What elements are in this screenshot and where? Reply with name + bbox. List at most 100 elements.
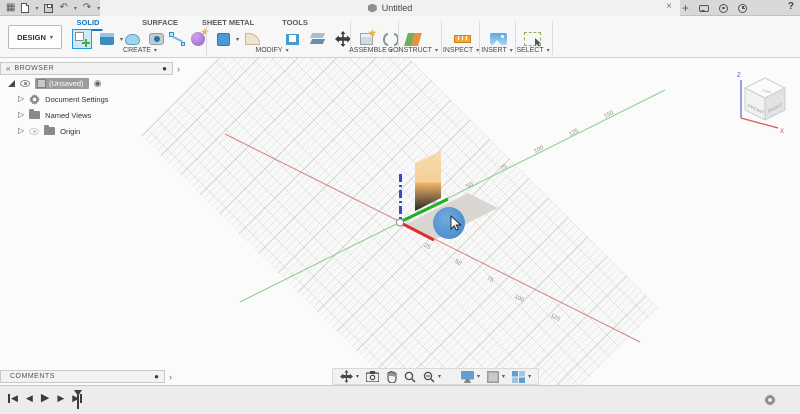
design-workspace-dropdown[interactable]: DESIGN ▾ — [8, 25, 62, 49]
viewports-caret-icon[interactable]: ▾ — [528, 373, 531, 380]
display-settings-icon[interactable] — [461, 371, 474, 383]
press-pull-button[interactable]: ▾ — [212, 29, 234, 49]
folder-icon — [44, 127, 55, 135]
comments-panel-title: COMMENTS — [10, 373, 154, 380]
timeline-marker[interactable] — [74, 390, 83, 410]
display-caret-icon[interactable]: ▾ — [477, 373, 480, 380]
hole-icon — [149, 33, 164, 45]
app-grid-icon[interactable]: ▦ — [6, 0, 15, 16]
file-icon[interactable] — [21, 3, 29, 13]
group-label-modify[interactable]: MODIFY▾ — [255, 47, 288, 54]
group-label-inspect[interactable]: INSPECT▾ — [443, 47, 479, 54]
construct-plane-button[interactable] — [402, 29, 424, 49]
group-label-select[interactable]: SELECT▾ — [516, 47, 549, 54]
hole-button[interactable] — [145, 29, 167, 49]
file-caret-icon[interactable]: ▾ — [35, 5, 38, 12]
expand-arrow-icon[interactable]: ▷ — [18, 95, 24, 103]
press-pull-icon — [217, 33, 230, 46]
comments-panel: COMMENTS ● › — [0, 370, 172, 383]
panel-menu-icon[interactable]: ● — [154, 373, 159, 381]
grid-caret-icon[interactable]: ▾ — [502, 373, 505, 380]
origin-point[interactable] — [397, 219, 404, 226]
tab-tools[interactable]: TOOLS — [279, 17, 311, 29]
expand-arrow-icon[interactable]: ▷ — [18, 111, 24, 119]
browser-row-named-views[interactable]: ▷ Named Views — [0, 107, 180, 123]
folder-icon — [29, 111, 40, 119]
browser-expand-icon[interactable]: › — [177, 64, 180, 74]
orbit-caret-icon[interactable]: ▾ — [356, 373, 359, 380]
shell-button[interactable] — [281, 29, 303, 49]
document-name-chip[interactable]: (Unsaved) — [35, 78, 89, 89]
insert-image-button[interactable] — [487, 29, 509, 49]
group-label-create[interactable]: CREATE▾ — [123, 47, 157, 54]
timeline-playback-controls: ◀ ◀ ▶ ▶ ▶ — [8, 393, 82, 404]
component-icon — [37, 79, 46, 88]
combine-button[interactable] — [307, 29, 329, 49]
browser-root-row[interactable]: (Unsaved) ◉ — [0, 75, 180, 91]
extension-icon[interactable] — [719, 4, 728, 13]
viewports-icon[interactable] — [512, 371, 525, 383]
save-icon[interactable] — [44, 4, 53, 13]
fillet-button[interactable] — [241, 29, 263, 49]
viewcube[interactable]: TOP FRONT RIGHT Z X — [737, 73, 785, 135]
comments-panel-header[interactable]: COMMENTS ● — [0, 370, 165, 383]
undo-caret-icon[interactable]: ▾ — [74, 5, 77, 12]
pipe-icon — [169, 32, 185, 46]
play-icon[interactable]: ▶ — [41, 393, 49, 404]
comments-expand-icon[interactable]: › — [169, 372, 172, 382]
step-forward-icon[interactable]: ▶ — [57, 394, 64, 403]
measure-button[interactable] — [451, 29, 473, 49]
selection-disc[interactable] — [433, 207, 465, 239]
combine-icon — [310, 32, 326, 46]
activate-component-radio[interactable]: ◉ — [94, 79, 102, 88]
look-at-icon[interactable] — [366, 371, 379, 382]
visibility-eye-icon[interactable] — [20, 80, 30, 87]
zoom-icon[interactable] — [404, 371, 416, 383]
tab-surface[interactable]: SURFACE — [139, 17, 181, 29]
browser-collapse-icon[interactable]: « — [6, 64, 10, 73]
new-component-button[interactable]: ★ — [355, 29, 377, 49]
new-tab-icon[interactable]: + — [682, 0, 689, 16]
design-label: DESIGN — [17, 33, 46, 42]
group-label-insert[interactable]: INSERT▾ — [481, 47, 513, 54]
timeline-settings-gear-icon[interactable] — [764, 394, 776, 406]
document-tab[interactable]: Untitled × — [100, 0, 680, 16]
form-button[interactable] — [121, 29, 143, 49]
titlebar-left-icons: ▦ ▾ ↶ ▾ ↷ ▾ — [0, 0, 100, 16]
group-label-assemble[interactable]: ASSEMBLE▾ — [349, 47, 393, 54]
grid-settings-icon[interactable] — [487, 371, 499, 383]
titlebar-right-icons: + — [682, 0, 747, 16]
measure-icon — [454, 35, 471, 43]
orbit-icon[interactable] — [340, 370, 353, 383]
help-icon[interactable]: ? — [788, 1, 794, 12]
redo-icon[interactable]: ↷ — [83, 0, 91, 16]
close-tab-icon[interactable]: × — [666, 1, 672, 12]
step-back-icon[interactable]: ◀ — [26, 394, 33, 403]
fit-caret-icon[interactable]: ▾ — [438, 373, 441, 380]
clock-icon[interactable] — [738, 4, 747, 13]
select-button[interactable] — [521, 29, 543, 49]
fit-icon[interactable] — [423, 371, 435, 383]
create-sketch-button[interactable] — [71, 29, 93, 49]
extrude-button[interactable]: ▾ — [96, 29, 118, 49]
browser-panel-header[interactable]: « BROWSER ● — [0, 62, 173, 75]
pan-hand-icon[interactable] — [386, 371, 397, 383]
comment-icon[interactable] — [699, 5, 709, 12]
undo-icon[interactable]: ↶ — [59, 0, 67, 16]
extrude-icon — [100, 33, 114, 45]
shell-icon — [286, 34, 299, 45]
panel-menu-icon[interactable]: ● — [162, 65, 167, 73]
skip-start-icon[interactable]: ◀ — [8, 394, 18, 403]
group-label-construct[interactable]: CONSTRUCT▾ — [388, 47, 438, 54]
visibility-eye-icon[interactable] — [29, 128, 39, 135]
viewcube-z-label: Z — [737, 73, 741, 79]
browser-row-origin[interactable]: ▷ Origin — [0, 123, 180, 139]
pipe-button[interactable] — [166, 29, 188, 49]
browser-row-document-settings[interactable]: ▷ Document Settings — [0, 91, 180, 107]
navigation-bar: ▾ ▾ ▾ ▾ ▾ — [332, 368, 539, 385]
expand-arrow-icon[interactable]: ▷ — [18, 127, 24, 135]
group-separator — [206, 21, 207, 55]
design-caret-icon: ▾ — [50, 34, 53, 41]
root-expand-icon[interactable] — [8, 80, 15, 87]
create-form-icon: ★ — [191, 32, 205, 46]
